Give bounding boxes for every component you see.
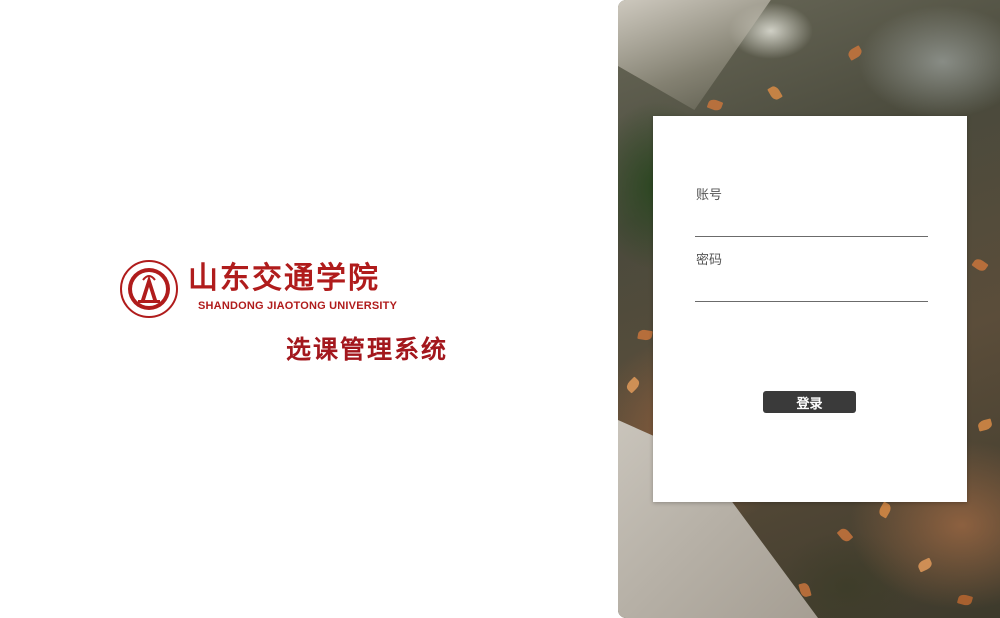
school-name-en: SHANDONG JIAOTONG UNIVERSITY (198, 300, 398, 312)
leaf (971, 256, 989, 274)
login-button[interactable]: 登录 (763, 391, 856, 413)
account-label: 账号 (696, 188, 723, 203)
school-name-cn: 山东交通学院 (188, 261, 380, 296)
leaf (637, 328, 653, 342)
leaf (976, 418, 994, 432)
password-label: 密码 (696, 253, 723, 268)
stone-ledge-top (618, 0, 771, 110)
leaf (706, 97, 724, 113)
login-page: 山东交通学院 SHANDONG JIAOTONG UNIVERSITY 选课管理… (0, 0, 1000, 618)
leaf (956, 593, 974, 607)
leaf (767, 84, 783, 102)
system-title: 选课管理系统 (286, 335, 449, 364)
account-input[interactable] (695, 213, 928, 237)
login-card: 账号 密码 登录 (653, 116, 967, 502)
university-seal-icon (120, 260, 178, 318)
leaf (836, 526, 854, 544)
leaf (624, 376, 642, 394)
brand-area: 山东交通学院 SHANDONG JIAOTONG UNIVERSITY 选课管理… (120, 258, 520, 368)
leaf (877, 501, 893, 519)
leaf (916, 557, 934, 573)
password-input[interactable] (695, 278, 928, 302)
leaf (846, 45, 864, 61)
